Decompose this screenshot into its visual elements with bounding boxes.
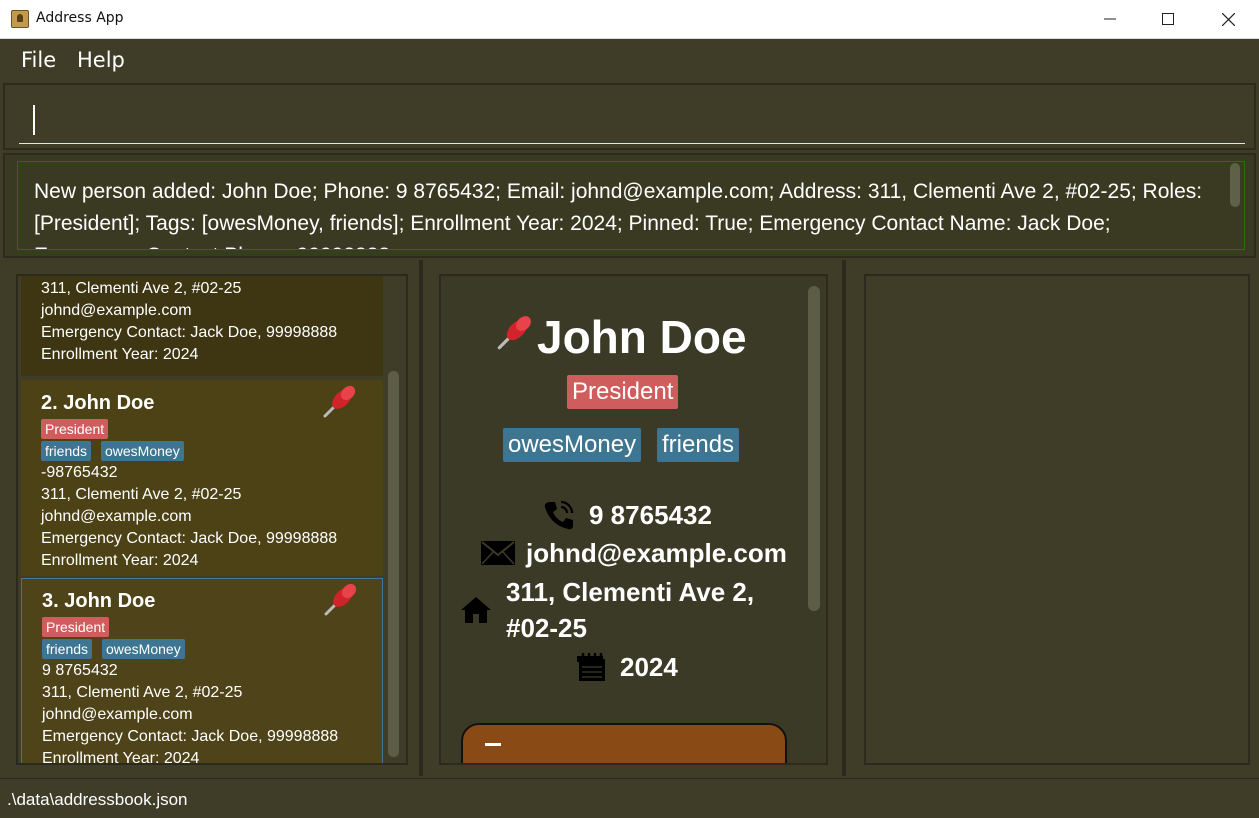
- pushpin-icon: [323, 385, 356, 418]
- result-scrollbar[interactable]: [1230, 163, 1240, 207]
- minimize-button[interactable]: [1081, 0, 1139, 38]
- address-book-icon: [11, 10, 29, 28]
- card-address: 311, Clementi Ave 2, #02-25: [41, 486, 242, 503]
- close-button[interactable]: [1199, 0, 1257, 38]
- card-address: 311, Clementi Ave 2, #02-25: [42, 684, 243, 701]
- menu-file[interactable]: File: [21, 48, 56, 72]
- detail-scrollbar[interactable]: [808, 286, 820, 611]
- maximize-button[interactable]: [1139, 0, 1197, 38]
- tag-owesmoney: owesMoney: [101, 441, 184, 461]
- email-icon: [481, 541, 515, 565]
- card-email: johnd@example.com: [41, 508, 192, 525]
- detail-role-tag: President: [567, 375, 679, 409]
- split-divider-right[interactable]: [842, 260, 846, 776]
- detail-name: John Doe: [537, 311, 747, 363]
- card-email: johnd@example.com: [41, 302, 192, 319]
- calendar-icon: [577, 653, 605, 681]
- split-divider-left[interactable]: [419, 260, 423, 776]
- pushpin-icon: [324, 583, 357, 616]
- maximize-icon: [1162, 13, 1174, 25]
- role-tag: President: [42, 617, 110, 637]
- detail-email: johnd@example.com: [526, 538, 787, 568]
- home-icon: [461, 597, 491, 623]
- title-bar: Address App: [0, 0, 1259, 39]
- command-box: [3, 83, 1256, 150]
- card-enrollment-year: Enrollment Year: 2024: [41, 552, 199, 569]
- phone-icon: [544, 500, 574, 530]
- detail-tag-friends: friends: [657, 428, 740, 462]
- card-enrollment-year: Enrollment Year: 2024: [41, 346, 199, 363]
- person-detail-panel: John Doe President owesMoney friends 9 8…: [427, 260, 840, 776]
- person-card[interactable]: 2. John Doe President friends owesMoney …: [21, 380, 383, 576]
- detail-address-line1: 311, Clementi Ave 2,: [506, 577, 755, 607]
- card-phone: 9 8765432: [42, 662, 118, 679]
- close-icon: [1221, 12, 1235, 26]
- result-display: New person added: John Doe; Phone: 9 876…: [3, 153, 1256, 258]
- person-list: 311, Clementi Ave 2, #02-25 johnd@exampl…: [16, 274, 408, 765]
- person-card-selected[interactable]: 3. John Doe President friends owesMoney …: [21, 578, 383, 765]
- status-bar: .\data\addressbook.json: [0, 778, 1259, 818]
- command-input[interactable]: [19, 99, 1245, 144]
- person-detail: John Doe President owesMoney friends 9 8…: [439, 274, 828, 765]
- card-emergency-contact: Emergency Contact: Jack Doe, 99998888: [41, 530, 338, 547]
- card-phone: -98765432: [41, 464, 118, 481]
- minimize-icon: [1104, 18, 1116, 20]
- window-title: Address App: [36, 10, 124, 26]
- card-name: 3. John Doe: [42, 590, 156, 612]
- secondary-panel: [850, 260, 1256, 776]
- emergency-contact-button[interactable]: [461, 723, 787, 763]
- detail-phone: 9 8765432: [589, 500, 712, 530]
- menu-help[interactable]: Help: [77, 48, 125, 72]
- card-email: johnd@example.com: [42, 706, 193, 723]
- pushpin-icon: [497, 316, 531, 350]
- card-emergency-contact: Emergency Contact: Jack Doe, 99998888: [42, 728, 339, 745]
- person-card[interactable]: 311, Clementi Ave 2, #02-25 johnd@exampl…: [21, 276, 383, 376]
- file-path: .\data\addressbook.json: [7, 790, 188, 809]
- menu-bar: File Help: [0, 39, 1259, 82]
- list-scrollbar[interactable]: [388, 371, 399, 757]
- empty-view: [864, 274, 1250, 765]
- card-emergency-contact: Emergency Contact: Jack Doe, 99998888: [41, 324, 338, 341]
- person-list-panel: 311, Clementi Ave 2, #02-25 johnd@exampl…: [3, 260, 417, 776]
- detail-enrollment-year: 2024: [620, 652, 678, 682]
- text-caret: [33, 105, 35, 135]
- tag-owesmoney: owesMoney: [102, 639, 185, 659]
- tag-friends: friends: [42, 639, 93, 659]
- card-name: 2. John Doe: [41, 392, 155, 414]
- tag-friends: friends: [41, 441, 92, 461]
- card-enrollment-year: Enrollment Year: 2024: [42, 750, 200, 765]
- detail-tag-owesmoney: owesMoney: [503, 428, 642, 462]
- role-tag: President: [41, 419, 109, 439]
- detail-address-line2: #02-25: [506, 613, 587, 643]
- result-text-area[interactable]: New person added: John Doe; Phone: 9 876…: [17, 161, 1245, 250]
- result-message: New person added: John Doe; Phone: 9 876…: [34, 180, 1203, 249]
- card-address: 311, Clementi Ave 2, #02-25: [41, 280, 242, 297]
